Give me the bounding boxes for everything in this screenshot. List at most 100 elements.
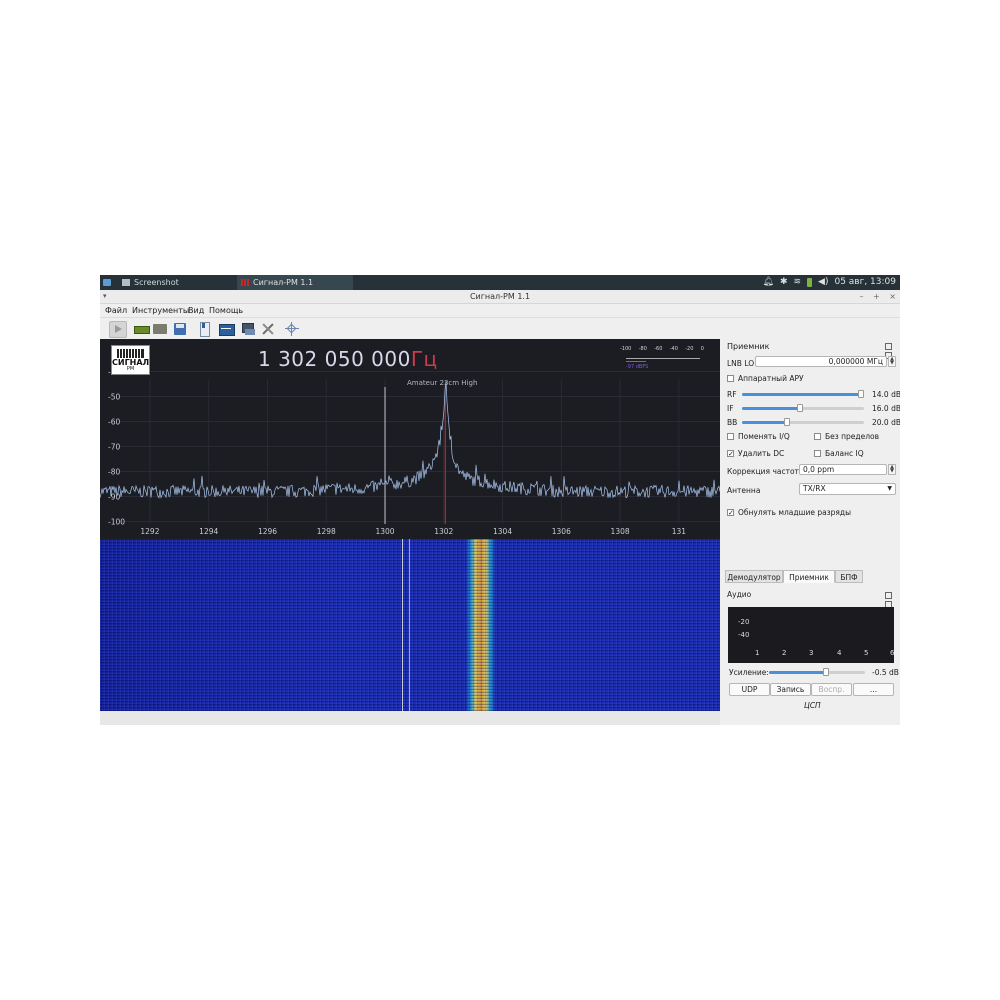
app-logo: СИГНАЛ РМ [111,345,150,375]
bb-gain-slider[interactable] [742,418,864,426]
iq-balance-checkbox[interactable] [814,450,821,457]
taskbar-item-screenshot[interactable]: Screenshot [122,275,179,290]
audio-x-tick: 4 [837,649,842,657]
menu-file[interactable]: Файл [105,304,127,317]
lnb-lo-input[interactable]: 0,000000 МГц [755,356,887,367]
minimize-button[interactable]: – [860,292,864,301]
zero-lsb-checkbox[interactable]: ✓ [727,509,734,517]
y-tick-label: -70 [108,443,120,452]
band-plan-label: Amateur 23cm High [407,379,478,387]
audio-gain-handle[interactable] [823,668,829,676]
chevron-down-icon: ▼ [887,485,892,492]
meter-tick: -20 [685,346,694,352]
antenna-selected-value: TX/RX [803,484,826,493]
rf-gain-handle[interactable] [858,390,864,398]
waterfall-texture [100,539,720,711]
tab-fft[interactable]: БПФ [835,570,863,583]
bb-gain-fill [742,421,787,424]
window-titlebar: ▾ Сигнал-РМ 1.1 – + × [100,290,900,304]
rf-gain-value: 14.0 dB [872,390,900,399]
level-meter-scale: -100 -80 -60 -40 -20 0 [620,346,704,352]
notification-bell-icon[interactable]: 🔔︎ [763,275,774,290]
x-tick-label: 1298 [317,527,336,536]
tab-demodulator[interactable]: Демодулятор [725,570,783,583]
swap-iq-label: Поменять I/Q [738,432,790,441]
waterfall-display[interactable] [100,539,720,711]
no-limits-checkbox[interactable] [814,433,821,440]
toolbar [100,317,900,340]
more-options-button[interactable]: ... [853,683,894,696]
audio-x-tick: 3 [809,649,814,657]
spectrum-panel[interactable]: -40 -50 -60 -70 -80 -90 -100 1292 1294 1296 1298 13… [100,339,720,539]
start-menu-icon[interactable] [103,275,115,290]
frequency-unit: Гц [410,347,438,371]
taskbar-item-signal-rm[interactable]: Сигнал-РМ 1.1 [237,275,353,290]
y-tick-label: -50 [108,393,120,402]
logo-sub: РМ [126,366,135,372]
iq-balance-label: Баланс IQ [825,449,864,458]
udp-button[interactable]: UDP [729,683,770,696]
start-icon[interactable] [109,321,127,338]
fft-settings-icon[interactable] [284,321,300,336]
audio-gain-slider[interactable] [769,668,865,676]
save-icon[interactable] [172,321,188,336]
receiver-dock: Приемник LNB LO 0,000000 МГц ▲ ▼ Аппаратн… [722,339,900,725]
x-tick-label: 1294 [199,527,218,536]
clock[interactable]: 05 авг, 13:09 [834,275,896,290]
iq-recorder-icon[interactable] [218,321,235,336]
freq-correction-spinner[interactable]: ▲ ▼ [888,464,896,475]
record-button[interactable]: Запись [770,683,811,696]
tools-icon[interactable] [260,321,276,336]
tab-receiver[interactable]: Приемник [783,570,835,583]
close-button[interactable]: × [889,292,896,301]
bb-gain-handle[interactable] [784,418,790,426]
network-icon[interactable] [240,321,256,336]
if-gain-slider[interactable] [742,404,864,412]
dock-float-icon[interactable] [885,343,892,350]
audio-x-tick: 1 [755,649,760,657]
logo-bars-icon [117,349,144,358]
volume-icon[interactable]: ◀︎) [818,275,828,290]
x-tick-label: 1300 [375,527,394,536]
if-gain-fill [742,407,800,410]
level-meter-bar [626,358,700,359]
meter-tick: -60 [654,346,663,352]
if-gain-handle[interactable] [797,404,803,412]
window-controls: – + × [853,290,897,303]
x-tick-label: 131 [672,527,687,536]
dock-title: Приемник [727,342,770,351]
swap-iq-checkbox[interactable] [727,433,734,440]
frequency-value[interactable]: 1 302 050 000 [258,347,411,371]
audio-fft-plot[interactable]: -20 -40 1 2 3 4 5 6 [728,607,894,663]
wifi-icon[interactable]: ≋ [793,275,801,290]
menu-tools[interactable]: Инструменты [132,304,189,317]
y-tick-label: -60 [108,418,120,427]
open-folder-icon[interactable] [152,321,168,336]
maximize-button[interactable]: + [873,292,880,301]
freq-correction-input[interactable]: 0,0 ppm [799,464,887,475]
hw-agc-checkbox[interactable] [727,375,734,382]
hw-agc-label: Аппаратный АРУ [738,374,804,383]
audio-dock-buttons [884,592,898,608]
bluetooth-icon[interactable]: ✱ [780,275,788,290]
menu-help[interactable]: Помощь [209,304,243,317]
desktop-screen: Screenshot Сигнал-РМ 1.1 🔔︎ ✱ ≋ ◀︎) 05 а… [100,275,900,725]
bookmark-icon[interactable] [196,321,212,337]
rf-gain-slider[interactable] [742,390,864,398]
audio-gain-value: -0.5 dB [872,668,899,677]
playback-button[interactable]: Воспр. [811,683,852,696]
battery-icon[interactable] [807,278,813,287]
remove-dc-checkbox[interactable]: ✓ [727,450,734,458]
if-gain-label: IF [727,404,734,413]
screenshot-icon [122,279,130,286]
app-icon [241,279,249,286]
zero-lsb-label: Обнулять младшие разряды [738,508,852,517]
dock-float-icon[interactable] [885,592,892,599]
lnb-lo-spinner[interactable]: ▲ ▼ [888,356,896,367]
menu-view[interactable]: Вид [188,304,204,317]
x-tick-label: 1304 [493,527,512,536]
rf-gain-label: RF [727,390,737,399]
antenna-select[interactable]: TX/RX ▼ [799,483,896,495]
frequency-display[interactable]: 1 302 050 000Гц [258,345,438,373]
sdr-device-icon[interactable] [133,321,150,336]
